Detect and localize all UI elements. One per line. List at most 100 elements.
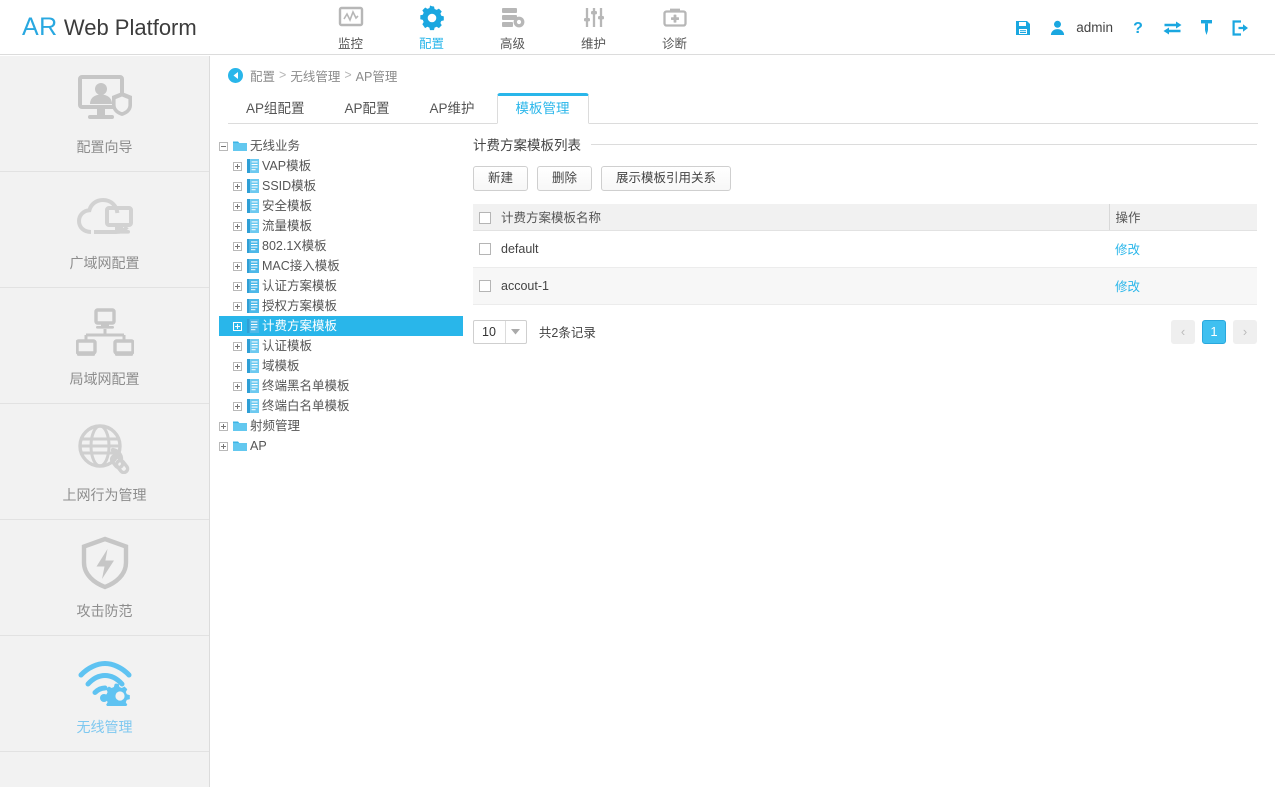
create-button[interactable]: 新建 <box>473 166 528 191</box>
left-sidebar: 配置向导 广域网配置 局域网配置 上网行为管理 攻击防范 无线管理 <box>0 56 210 787</box>
row-checkbox[interactable] <box>479 243 491 255</box>
page-1-button[interactable]: 1 <box>1202 320 1226 344</box>
row-action-cell: 修改 <box>1109 267 1257 304</box>
tree-node-label: 授权方案模板 <box>262 296 337 316</box>
tree-node[interactable]: 授权方案模板 <box>219 296 463 316</box>
next-page-button[interactable]: › <box>1233 320 1257 344</box>
page-size-select[interactable]: 10 <box>473 320 527 344</box>
expand-plus-icon[interactable] <box>233 262 242 271</box>
doc-plain-icon <box>247 239 259 253</box>
sidebar-item-wan-config[interactable]: 广域网配置 <box>0 172 209 288</box>
tree-node[interactable]: VAP模板 <box>219 156 463 176</box>
save-icon[interactable] <box>1006 0 1040 55</box>
nav-label-maintenance: 维护 <box>553 33 634 52</box>
tab-template-management[interactable]: 模板管理 <box>497 93 589 124</box>
sidebar-item-internet-behavior[interactable]: 上网行为管理 <box>0 404 209 520</box>
sidebar-item-attack-defense[interactable]: 攻击防范 <box>0 520 209 636</box>
logout-icon[interactable] <box>1223 0 1257 55</box>
expand-plus-icon[interactable] <box>233 282 242 291</box>
sidebar-item-config-wizard[interactable]: 配置向导 <box>0 56 209 172</box>
server-gear-icon <box>472 4 553 31</box>
sidebar-item-wireless-management[interactable]: 无线管理 <box>0 636 209 752</box>
tab-ap-config[interactable]: AP配置 <box>327 94 408 123</box>
expand-plus-icon[interactable] <box>233 202 242 211</box>
tree-node[interactable]: 域模板 <box>219 356 463 376</box>
edit-link[interactable]: 修改 <box>1115 243 1140 257</box>
row-checkbox[interactable] <box>479 280 491 292</box>
row-name-cell: accout-1 <box>473 267 1109 304</box>
expand-plus-icon[interactable] <box>233 362 242 371</box>
doc-plain-icon <box>247 299 259 313</box>
collapse-minus-icon[interactable] <box>219 142 228 151</box>
expand-plus-icon[interactable] <box>233 162 242 171</box>
tree-node[interactable]: 802.1X模板 <box>219 236 463 256</box>
expand-plus-icon[interactable] <box>219 442 228 451</box>
table-header-row: 计费方案模板名称 操作 <box>473 204 1257 230</box>
tree-node[interactable]: 认证模板 <box>219 336 463 356</box>
table-row[interactable]: default 修改 <box>473 230 1257 267</box>
tree-node[interactable]: 流量模板 <box>219 216 463 236</box>
expand-plus-icon[interactable] <box>233 222 242 231</box>
expand-plus-icon[interactable] <box>233 342 242 351</box>
doc-blue-icon <box>247 219 259 233</box>
nav-item-advanced[interactable]: 高级 <box>472 2 553 52</box>
show-reference-button[interactable]: 展示模板引用关系 <box>601 166 731 191</box>
expand-plus-icon[interactable] <box>219 422 228 431</box>
tree-node[interactable]: 终端白名单模板 <box>219 396 463 416</box>
prev-page-button[interactable]: ‹ <box>1171 320 1195 344</box>
edit-link[interactable]: 修改 <box>1115 280 1140 294</box>
shield-bolt-icon <box>79 534 131 590</box>
monitor-icon <box>310 4 391 31</box>
question-icon[interactable]: ? <box>1121 0 1155 55</box>
tree-node[interactable]: SSID模板 <box>219 176 463 196</box>
back-arrow-icon[interactable] <box>228 68 243 83</box>
expand-plus-icon[interactable] <box>233 302 242 311</box>
globe-link-icon <box>77 418 133 474</box>
swap-arrows-icon[interactable] <box>1155 0 1189 55</box>
expand-plus-icon[interactable] <box>233 402 242 411</box>
monitor-user-shield-icon <box>76 70 134 126</box>
table-header-name-label: 计费方案模板名称 <box>501 211 601 225</box>
doc-blue-icon <box>247 399 259 413</box>
sidebar-label-attack-defense: 攻击防范 <box>77 601 133 621</box>
expand-plus-icon[interactable] <box>233 382 242 391</box>
sidebar-label-internet-behavior: 上网行为管理 <box>63 485 147 505</box>
page-content: 配置 > 无线管理 > AP管理 AP组配置 AP配置 AP维护 模板管理 无线… <box>211 56 1275 787</box>
breadcrumb-part-0[interactable]: 配置 <box>250 66 275 85</box>
tree-node[interactable]: 无线业务 <box>219 136 463 156</box>
delete-button[interactable]: 删除 <box>537 166 592 191</box>
breadcrumb-part-1[interactable]: 无线管理 <box>290 66 340 85</box>
tab-ap-maintenance[interactable]: AP维护 <box>412 94 493 123</box>
sidebar-label-wireless-management: 无线管理 <box>77 717 133 737</box>
tree-node[interactable]: 射频管理 <box>219 416 463 436</box>
username-label: admin <box>1076 20 1113 35</box>
expand-plus-icon[interactable] <box>233 182 242 191</box>
tree-node[interactable]: 计费方案模板 <box>219 316 463 336</box>
doc-blue-icon <box>247 359 259 373</box>
logo-platform-text: Web Platform <box>58 15 197 40</box>
nav-item-diagnose[interactable]: 诊断 <box>634 2 715 52</box>
tree-node[interactable]: 终端黑名单模板 <box>219 376 463 396</box>
tree-node[interactable]: AP <box>219 436 463 456</box>
tree-node-label: 安全模板 <box>262 196 312 216</box>
expand-plus-icon[interactable] <box>233 242 242 251</box>
sidebar-item-lan-config[interactable]: 局域网配置 <box>0 288 209 404</box>
expand-plus-icon[interactable] <box>233 322 242 331</box>
folder-icon <box>233 140 247 152</box>
nav-item-config[interactable]: 配置 <box>391 2 472 52</box>
table-row[interactable]: accout-1 修改 <box>473 267 1257 304</box>
select-all-checkbox[interactable] <box>479 212 491 224</box>
breadcrumb-separator-1: > <box>344 68 351 82</box>
tree-node[interactable]: 安全模板 <box>219 196 463 216</box>
pin-tool-icon[interactable] <box>1189 0 1223 55</box>
nav-item-maintenance[interactable]: 维护 <box>553 2 634 52</box>
folder-icon <box>233 440 247 452</box>
cloud-monitor-icon <box>74 186 136 242</box>
user-icon[interactable] <box>1040 0 1074 55</box>
sidebar-label-config-wizard: 配置向导 <box>77 137 133 157</box>
nav-item-monitor[interactable]: 监控 <box>310 2 391 52</box>
tab-ap-group-config[interactable]: AP组配置 <box>228 94 323 123</box>
tree-node[interactable]: 认证方案模板 <box>219 276 463 296</box>
folder-icon <box>233 420 247 432</box>
tree-node[interactable]: MAC接入模板 <box>219 256 463 276</box>
